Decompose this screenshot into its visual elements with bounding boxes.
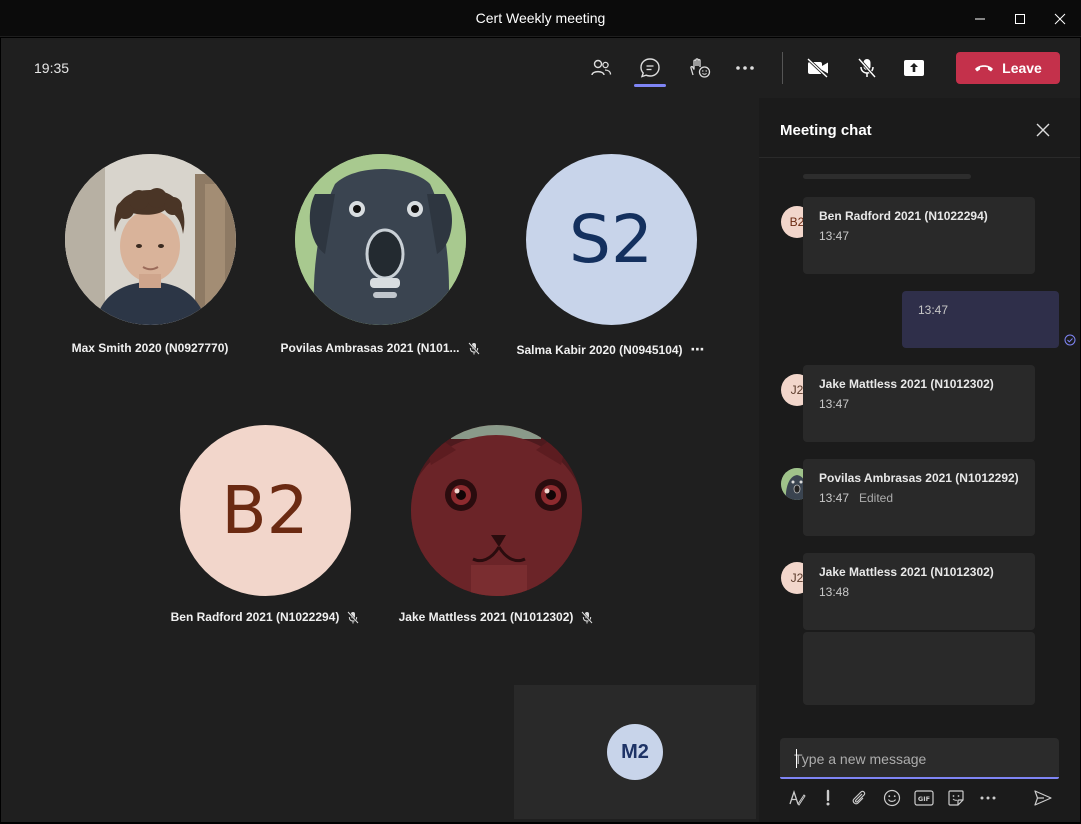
chat-message[interactable]: Jake Mattless 2021 (N1012302) 13:47 — [803, 365, 1035, 442]
exclamation-icon — [826, 789, 830, 806]
message-author: Ben Radford 2021 (N1022294) — [819, 209, 988, 223]
self-avatar: M2 — [607, 724, 663, 780]
self-preview-tile[interactable]: M2 — [514, 685, 756, 819]
participant-name: Salma Kabir 2020 (N0945104) ⋯ — [516, 341, 706, 358]
participant-avatar: B2 — [179, 425, 351, 596]
more-options-button[interactable] — [975, 786, 1001, 810]
mic-toggle-button[interactable] — [850, 52, 884, 84]
people-icon — [591, 59, 612, 76]
participant-name: Ben Radford 2021 (N1022294) — [145, 610, 385, 624]
participant-video — [410, 425, 582, 596]
chat-icon — [640, 58, 660, 78]
leave-button[interactable]: Leave — [956, 52, 1060, 84]
mic-muted-icon — [581, 610, 594, 624]
message-author: Povilas Ambrasas 2021 (N1012292) — [819, 471, 1019, 485]
message-author: Jake Mattless 2021 (N1012302) — [819, 377, 994, 391]
video-stage: Max Smith 2020 (N0927770) Povilas Ambras… — [1, 98, 759, 822]
close-window-button[interactable] — [1040, 0, 1080, 37]
maximize-icon — [1015, 13, 1025, 24]
person-photo-icon — [64, 154, 236, 325]
gif-icon: GIF — [914, 790, 934, 806]
mic-muted-icon — [347, 610, 360, 624]
chat-message[interactable]: Jake Mattless 2021 (N1012302) 13:48 — [803, 553, 1035, 630]
more-actions-button[interactable] — [728, 52, 762, 84]
meeting-timer: 19:35 — [34, 60, 70, 76]
participant-avatar: S2 — [525, 154, 697, 325]
close-chat-button[interactable] — [1033, 120, 1053, 140]
reactions-button[interactable] — [682, 52, 716, 84]
message-time: 13:47 — [819, 397, 850, 411]
participant-tile[interactable]: S2 Salma Kabir 2020 (N0945104) ⋯ — [491, 154, 731, 358]
previous-message-edge — [803, 174, 971, 179]
send-icon — [1034, 790, 1052, 806]
raise-hand-icon — [690, 58, 711, 78]
chat-message[interactable]: Ben Radford 2021 (N1022294) 13:47 — [803, 197, 1035, 274]
close-icon — [1036, 123, 1050, 137]
message-input[interactable] — [794, 748, 1044, 770]
camera-toggle-button[interactable] — [801, 52, 835, 84]
cat-photo-icon — [410, 425, 582, 596]
compose-box[interactable] — [780, 738, 1059, 779]
participant-video — [294, 154, 466, 325]
more-icon — [736, 66, 754, 70]
participant-video — [64, 154, 236, 325]
dog-photo-icon — [294, 154, 466, 325]
emoji-icon — [883, 789, 901, 807]
meeting-chat-panel: Meeting chat B2 Ben Radford 2021 (N10222… — [759, 98, 1080, 822]
title-bar: Cert Weekly meeting — [0, 0, 1081, 37]
avatar-initials: S2 — [569, 201, 653, 278]
text-caret — [796, 749, 797, 768]
leave-label: Leave — [1002, 60, 1042, 76]
my-chat-message[interactable]: 13:47 — [902, 291, 1059, 348]
edited-label: Edited — [859, 491, 894, 505]
message-time: 13:47 — [918, 303, 949, 317]
priority-button[interactable] — [815, 786, 841, 810]
participant-tile[interactable]: Max Smith 2020 (N0927770) — [30, 154, 270, 355]
chat-active-indicator — [634, 84, 666, 87]
message-time: 13:48 — [819, 585, 850, 599]
message-time: 13:47 — [819, 491, 850, 505]
chat-message[interactable]: Povilas Ambrasas 2021 (N1012292) 13:47 E… — [803, 459, 1035, 536]
format-icon — [789, 789, 806, 806]
chat-title: Meeting chat — [780, 122, 872, 139]
message-author: Jake Mattless 2021 (N1012302) — [819, 565, 994, 579]
sticker-icon — [948, 790, 964, 806]
participant-name: Max Smith 2020 (N0927770) — [71, 341, 229, 355]
participants-button[interactable] — [584, 52, 618, 84]
share-screen-button[interactable] — [897, 52, 931, 84]
sticker-button[interactable] — [943, 786, 969, 810]
participant-tile[interactable]: Povilas Ambrasas 2021 (N101... — [260, 154, 500, 355]
mic-muted-icon — [467, 341, 480, 355]
participant-tile[interactable]: B2 Ben Radford 2021 (N1022294) — [145, 425, 385, 624]
meeting-toolbar: 19:35 Leave — [1, 38, 1080, 98]
send-button[interactable] — [1030, 786, 1056, 810]
emoji-button[interactable] — [879, 786, 905, 810]
chat-message-continuation[interactable] — [803, 632, 1035, 705]
mic-off-icon — [857, 58, 877, 78]
maximize-button[interactable] — [1000, 0, 1040, 37]
minimize-button[interactable] — [960, 0, 1000, 37]
more-icon — [980, 796, 996, 800]
svg-text:GIF: GIF — [918, 795, 930, 803]
camera-off-icon — [806, 58, 829, 78]
attach-button[interactable] — [846, 786, 872, 810]
window-title: Cert Weekly meeting — [475, 10, 606, 26]
hang-up-icon — [975, 65, 994, 72]
share-icon — [904, 60, 924, 76]
participant-tile[interactable]: Jake Mattless 2021 (N1012302) — [376, 425, 616, 624]
format-button[interactable] — [784, 786, 810, 810]
chat-header: Meeting chat — [759, 98, 1080, 158]
read-receipt-icon — [1064, 333, 1076, 351]
paperclip-icon — [852, 790, 866, 805]
gif-button[interactable]: GIF — [911, 786, 937, 810]
chat-button[interactable] — [633, 52, 667, 84]
close-icon — [1054, 13, 1066, 24]
avatar-initials: B2 — [221, 472, 309, 549]
toolbar-divider — [782, 52, 783, 84]
participant-more-options[interactable]: ⋯ — [691, 341, 706, 358]
minimize-icon — [975, 18, 985, 19]
participant-name: Jake Mattless 2021 (N1012302) — [376, 610, 616, 624]
participant-name: Povilas Ambrasas 2021 (N101... — [260, 341, 500, 355]
message-time: 13:47 — [819, 229, 850, 243]
